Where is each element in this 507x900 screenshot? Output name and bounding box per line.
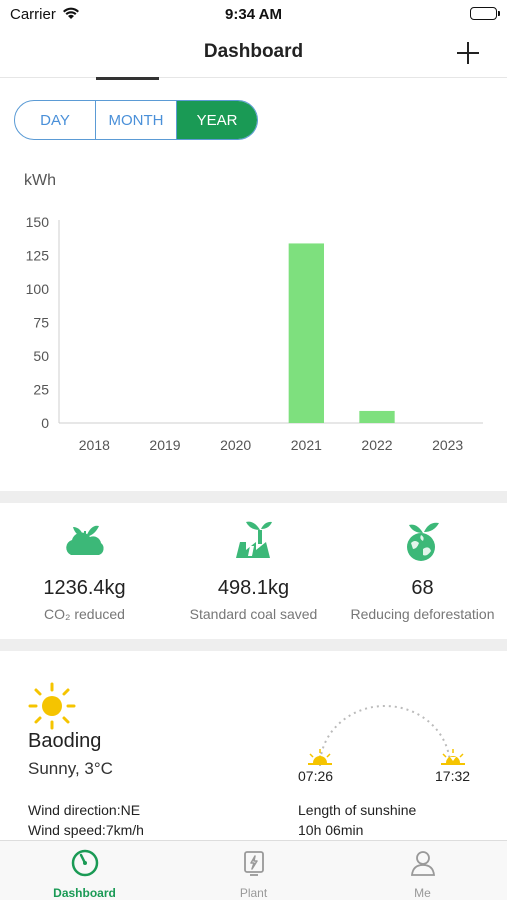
tab-dashboard-label: Dashboard: [53, 886, 116, 900]
coal-stat: 498.1kg Standard coal saved: [169, 505, 338, 639]
tab-plant-label: Plant: [239, 886, 268, 900]
chart-y-tick-label: 100: [26, 281, 50, 297]
globe-leaf-icon: [401, 517, 445, 565]
chart-y-tick-label: 125: [26, 248, 50, 264]
wind-direction: Wind direction:NE: [28, 802, 141, 818]
environment-stats: 1236.4kg CO₂ reduced 498.1kg Standard co…: [0, 505, 507, 639]
range-option-day[interactable]: DAY: [15, 101, 96, 139]
tab-bar: Dashboard Plant Me: [0, 840, 507, 900]
section-divider: [0, 639, 507, 651]
chart-y-tick-label: 25: [33, 382, 49, 398]
chart-y-tick-label: 150: [26, 214, 50, 230]
sunshine-length-label: Length of sunshine: [298, 802, 417, 818]
chart-x-tick-label: 2021: [291, 437, 322, 453]
coal-value: 498.1kg: [217, 577, 290, 599]
cloud-leaf-icon: [63, 517, 107, 565]
tab-me[interactable]: Me: [338, 841, 507, 900]
range-option-year[interactable]: YEAR: [177, 101, 257, 139]
chart-y-tick-label: 75: [33, 315, 49, 331]
battery-icon: [470, 7, 500, 20]
page-title: Dashboard: [203, 41, 304, 62]
co2-stat: 1236.4kg CO₂ reduced: [0, 505, 169, 639]
co2-value: 1236.4kg: [43, 577, 126, 599]
range-option-month[interactable]: MONTH: [96, 101, 177, 139]
sunset-time: 17:32: [435, 768, 471, 784]
tab-me-label: Me: [414, 886, 431, 900]
weather-condition: Sunny, 3°C: [28, 759, 113, 778]
clock: 9:34 AM: [225, 6, 282, 23]
tab-dashboard[interactable]: Dashboard: [0, 841, 169, 900]
navigation-bar: Dashboard: [0, 30, 507, 78]
weather-city: Baoding: [28, 730, 102, 752]
wind-speed: Wind speed:7km/h: [28, 822, 144, 838]
section-divider: [0, 491, 507, 503]
chart-x-tick-label: 2020: [220, 437, 251, 453]
chart-bar: [288, 243, 324, 423]
chart-bar: [359, 410, 395, 423]
dashboard-icon: [71, 849, 99, 882]
tab-plant[interactable]: Plant: [169, 841, 338, 900]
chart-x-tick-label: 2022: [361, 437, 392, 453]
range-selector: DAY MONTH YEAR: [14, 100, 258, 140]
sunrise-time: 07:26: [298, 768, 334, 784]
energy-bar-chart: 0 25 50 75 100 125 150 2018 2019 2020 2021 2022 2023: [26, 214, 483, 453]
sunshine-length-value: 10h 06min: [298, 822, 364, 838]
deforestation-stat: 68 Reducing deforestation: [338, 505, 507, 639]
factory-leaf-icon: [232, 517, 276, 565]
weather-panel: Baoding Sunny, 3°C Wind direction:NE Win…: [0, 652, 507, 840]
tab-indicator: [96, 77, 159, 80]
chart-y-tick-label: 0: [41, 415, 49, 431]
deforestation-label: Reducing deforestation: [350, 606, 495, 622]
status-bar: Carrier 9:34 AM: [0, 0, 507, 30]
sun-icon: [28, 682, 76, 735]
co2-label: CO₂ reduced: [44, 606, 125, 622]
plant-icon: [240, 849, 268, 882]
chart-x-tick-label: 2023: [432, 437, 463, 453]
chart-y-axis-label: kWh: [24, 172, 56, 189]
coal-label: Standard coal saved: [189, 606, 318, 622]
user-icon: [409, 849, 437, 882]
chart-x-tick-label: 2018: [79, 437, 110, 453]
plus-icon[interactable]: [453, 38, 483, 68]
chart-y-tick-label: 50: [33, 348, 49, 364]
chart-x-tick-label: 2019: [149, 437, 180, 453]
deforestation-value: 68: [411, 577, 434, 599]
